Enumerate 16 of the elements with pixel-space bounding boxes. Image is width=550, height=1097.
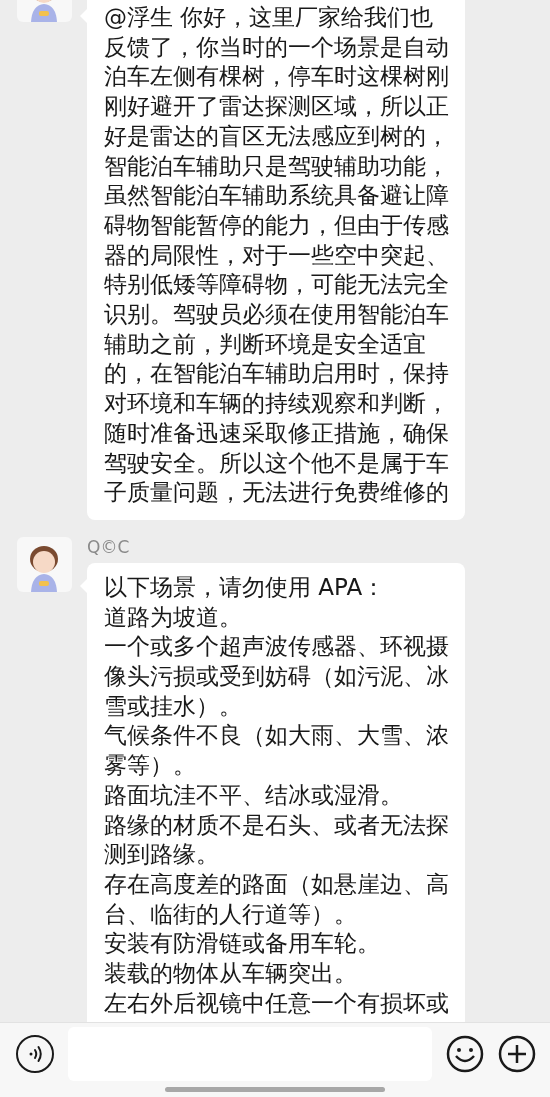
message-text: 装载的物体从车辆突出。 (104, 959, 358, 989)
message-text: 存在高度差的路面（如悬崖边、高台、临街的人行道等）。 (104, 870, 449, 929)
avatar (17, 536, 72, 592)
voice-button[interactable] (16, 1035, 54, 1073)
message-text: 路缘的材质不是石头、或者无法探测到路缘。 (104, 810, 449, 870)
message-text: @浮生 你好，这里厂家给我们也反馈了，你当时的一个场景是自动泊车左侧有棵树，停车时这棵树刚刚好避开了雷达探测区域，所以正好是雷达的盲区无法感应到树的，智能泊车辅助只是驾驶辅助功能，虽然智能泊车辅助系统具备避让障碍物智能暂停的能力，但由于传感器的局限性，对于一些空中突起、特别低矮等障碍物，可能无法完全识别。驾驶员必须在使用智能泊车辅助之前，判断环境是安全适宜的，在智能泊车辅助启用时，保持对环境和车辆的持续观察和判断，随时准备迅速采取修正措施，确保驾驶安全。所以这个他不是属于车子质量问题，无法进行免费维修的 (104, 3, 449, 508)
emoji-icon[interactable] (446, 1035, 484, 1073)
message-text: 一个或多个超声波传感器、环视摄像头污损或受到妨碍（如污泥、冰雪或挂水）。 (104, 632, 449, 721)
message-text: 以下场景，请勿使用 APA： (104, 572, 387, 602)
message-text: 左右外后视镜中任意一个有损坏或 (104, 988, 449, 1018)
message-text: 路面坑洼不平、结冰或湿滑。 (104, 780, 404, 810)
sender-name: Q©C (87, 536, 131, 557)
plus-icon[interactable] (498, 1035, 536, 1073)
message-text: 道路为坡道。 (104, 602, 243, 632)
message-text: 气候条件不良（如大雨、大雪、浓雾等）。 (104, 721, 449, 781)
message-text: 安装有防滑链或备用车轮。 (104, 929, 381, 959)
